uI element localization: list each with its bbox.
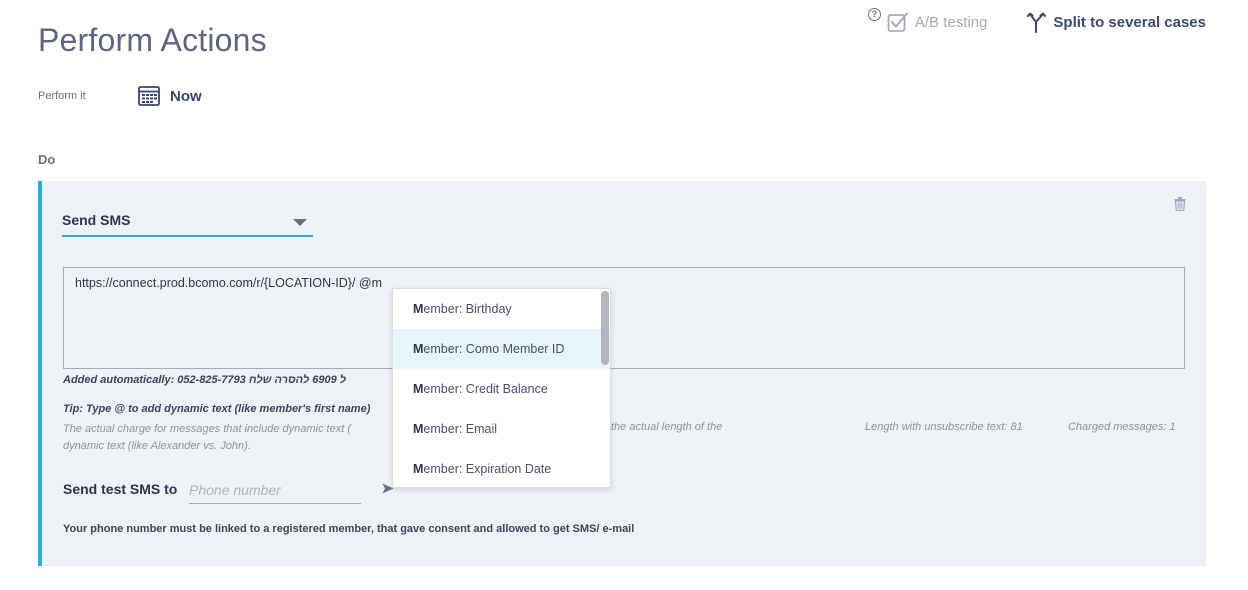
option-label: ember: Email [423, 422, 498, 436]
split-cases-button[interactable]: Split to several cases [1027, 11, 1206, 33]
ab-testing-label: A/B testing [914, 13, 988, 31]
charge-note-end: the actual length of the [611, 421, 723, 433]
match-text: M [413, 422, 424, 436]
autocomplete-option-expiration-date[interactable]: Member: Expiration Date [393, 449, 610, 487]
trash-icon[interactable] [1174, 197, 1186, 211]
split-icon [1027, 12, 1047, 33]
phone-consent-note: Your phone number must be linked to a re… [63, 523, 635, 535]
checkbox-icon [887, 12, 908, 32]
send-test-label: Send test SMS to [63, 481, 178, 497]
action-type-select[interactable]: Send SMS [62, 209, 313, 237]
ab-testing-toggle[interactable]: A/B testing [887, 11, 988, 33]
calendar-icon [138, 86, 160, 106]
length-text: Length with unsubscribe text: 81 [865, 421, 1023, 433]
phone-number-input[interactable] [189, 477, 361, 504]
charge-note-text-2: dynamic text (like Alexander vs. John). [63, 440, 251, 452]
top-actions: ? A/B testing Split to several cases [867, 8, 1206, 33]
charge-note-text: The actual charge for messages that incl… [63, 423, 351, 435]
autocomplete-option-birthday[interactable]: Member: Birthday [393, 289, 610, 329]
perform-time-selector[interactable]: Now [138, 86, 202, 106]
page-title: Perform Actions [38, 22, 267, 58]
autocomplete-option-como-member-id[interactable]: Member: Como Member ID [393, 329, 610, 369]
match-text: M [413, 382, 424, 396]
perform-time-value: Now [170, 87, 202, 105]
added-automatically-text: Added automatically: 052-825-7793 ל 6909… [63, 374, 347, 386]
option-label: ember: Credit Balance [423, 382, 548, 396]
action-panel: Send SMS https://connect.prod.bcomo.com/… [38, 181, 1206, 566]
autocomplete-dropdown: Member: Birthday Member: Como Member ID … [392, 288, 611, 488]
perform-it-row: Perform it Now [38, 86, 202, 106]
match-text: M [413, 302, 424, 316]
tip-text: Tip: Type @ to add dynamic text (like me… [63, 403, 371, 415]
option-label: ember: Expiration Date [423, 462, 552, 476]
charged-messages-text: Charged messages: 1 [1068, 421, 1176, 433]
autocomplete-option-email[interactable]: Member: Email [393, 409, 610, 449]
split-label: Split to several cases [1053, 13, 1206, 31]
option-label: ember: Birthday [423, 302, 512, 316]
dropdown-scrollbar[interactable] [601, 291, 609, 365]
option-label: ember: Como Member ID [423, 342, 565, 356]
perform-it-label: Perform it [38, 90, 86, 102]
do-label: Do [38, 152, 56, 167]
match-text: M [413, 462, 424, 476]
help-icon[interactable]: ? [867, 8, 881, 21]
match-text: M [413, 342, 424, 356]
autocomplete-option-credit-balance[interactable]: Member: Credit Balance [393, 369, 610, 409]
action-type-value: Send SMS [62, 212, 131, 228]
sms-message-textarea[interactable]: https://connect.prod.bcomo.com/r/{LOCATI… [63, 267, 1185, 369]
chevron-down-icon [293, 219, 307, 226]
